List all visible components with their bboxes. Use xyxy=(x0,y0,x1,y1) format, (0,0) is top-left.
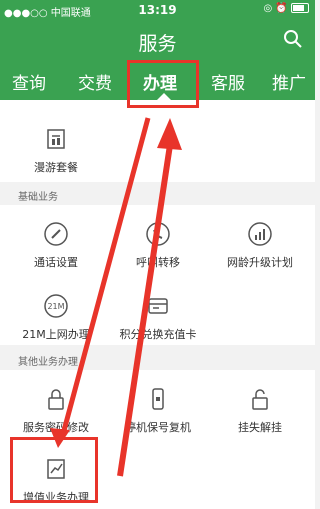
grid-item-call-settings[interactable]: 通话设置 xyxy=(6,221,106,270)
signal-bars-icon xyxy=(248,222,272,246)
tab-promote[interactable]: 推广 xyxy=(272,69,306,94)
phone-lock-icon xyxy=(152,388,164,410)
battery-icon xyxy=(291,3,309,13)
grid-item-call-forward[interactable]: 呼叫转移 xyxy=(108,221,208,270)
tab-query[interactable]: 查询 xyxy=(12,69,46,94)
status-icons: ◎ ⏰ xyxy=(263,3,309,14)
grid-item-label: 挂失解挂 xyxy=(238,421,282,434)
grid-item-points-exchange[interactable]: 积分兑换充值卡 xyxy=(108,293,208,342)
grid-item-label: 停机保号复机 xyxy=(125,421,191,434)
top-card: 漫游套餐 xyxy=(0,100,315,182)
section-basic-grid: 通话设置 呼叫转移 网龄升级计划 21M 21M上网办理 积分兑换充值卡 xyxy=(0,205,315,345)
page-title: 服务 xyxy=(138,33,177,55)
search-icon[interactable] xyxy=(283,29,303,49)
grid-item-password-change[interactable]: 服务密码修改 xyxy=(6,386,106,435)
grid-item-label: 呼叫转移 xyxy=(136,256,180,269)
grid-item-label: 网龄升级计划 xyxy=(227,256,293,269)
grid-item-label: 服务密码修改 xyxy=(23,421,89,434)
svg-text:21M: 21M xyxy=(47,302,64,311)
grid-item-roaming[interactable]: 漫游套餐 xyxy=(6,126,106,175)
card-exchange-icon xyxy=(148,298,168,314)
tab-payment[interactable]: 交费 xyxy=(78,69,112,94)
annotation-box-tab xyxy=(127,60,199,108)
21m-icon: 21M xyxy=(44,294,68,318)
roaming-package-icon xyxy=(47,129,65,149)
grid-item-label: 21M上网办理 xyxy=(22,328,90,341)
grid-item-label: 积分兑换充值卡 xyxy=(119,328,197,341)
section-title-basic: 基础业务 xyxy=(18,192,58,203)
app-header: 服务 xyxy=(0,20,315,62)
grid-item-label: 通话设置 xyxy=(34,256,78,269)
pen-icon xyxy=(44,222,68,246)
grid-item-report-loss[interactable]: 挂失解挂 xyxy=(210,386,310,435)
call-forward-icon xyxy=(146,222,170,246)
grid-item-suspend-restore[interactable]: 停机保号复机 xyxy=(108,386,208,435)
grid-item-label: 漫游套餐 xyxy=(34,161,78,174)
lock-icon xyxy=(48,389,64,410)
grid-item-network-age[interactable]: 网龄升级计划 xyxy=(210,221,310,270)
annotation-box-item xyxy=(10,437,98,503)
grid-item-21m[interactable]: 21M 21M上网办理 xyxy=(6,293,106,342)
tab-service[interactable]: 客服 xyxy=(211,69,245,94)
section-title-other: 其他业务办理 xyxy=(18,357,78,368)
status-bar: ●●●○○ 中国联通 13:19 ◎ ⏰ xyxy=(0,0,315,20)
unlock-icon xyxy=(252,389,268,410)
